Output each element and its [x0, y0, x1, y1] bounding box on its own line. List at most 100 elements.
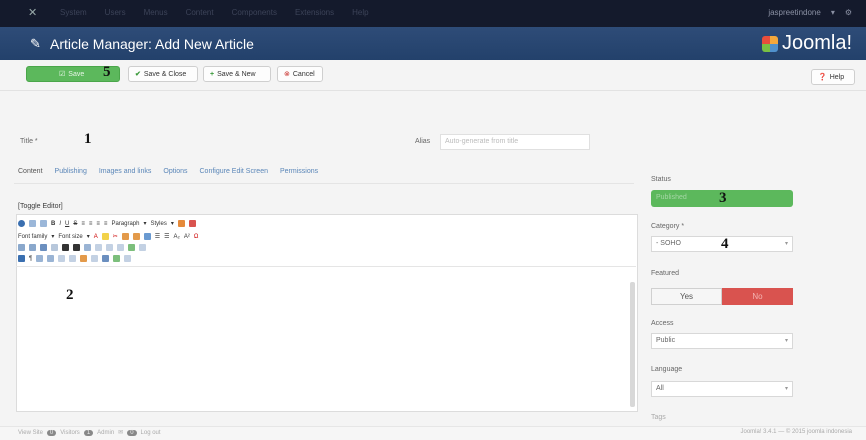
outdent-icon[interactable] — [18, 244, 25, 251]
help-label: Help — [829, 73, 845, 81]
highlight-color-icon[interactable] — [101, 233, 109, 240]
emoticon-icon[interactable] — [80, 255, 88, 262]
cancel-button[interactable]: ⊗ Cancel — [277, 66, 323, 82]
text-color-icon[interactable]: A — [94, 234, 98, 240]
edit-tabs: Content Publishing Images and links Opti… — [18, 168, 318, 175]
tab-content[interactable]: Content — [18, 168, 43, 175]
bold-icon[interactable]: B — [51, 221, 55, 227]
tab-permissions[interactable]: Permissions — [280, 168, 318, 175]
editor-toolbar-row-4: ¶ — [18, 255, 132, 262]
toggle-editor-link[interactable]: [Toggle Editor] — [18, 203, 63, 210]
superscript-icon[interactable]: A² — [184, 234, 190, 240]
save-new-button[interactable]: + Save & New — [203, 66, 271, 82]
alias-field[interactable]: Auto-generate from title — [440, 134, 590, 150]
template-icon[interactable] — [58, 255, 66, 262]
layer-icon[interactable] — [36, 255, 44, 262]
new-document-icon[interactable] — [18, 220, 25, 227]
tab-publishing[interactable]: Publishing — [55, 168, 87, 175]
image-icon[interactable] — [62, 244, 69, 251]
alias-label: Alias — [415, 138, 431, 145]
featured-toggle[interactable]: Yes No — [651, 288, 793, 305]
spellcheck-icon[interactable] — [91, 255, 99, 262]
copy-icon[interactable] — [121, 233, 129, 240]
unlink-icon[interactable] — [51, 244, 58, 251]
numbered-list-icon[interactable]: ☰ — [164, 233, 169, 240]
chevron-down-icon[interactable]: ▾ — [143, 220, 146, 227]
subscript-icon[interactable]: A₂ — [174, 234, 180, 240]
category-label: Category * — [651, 223, 685, 230]
menu-content[interactable]: Content — [186, 8, 214, 17]
logout-link[interactable]: Log out — [141, 430, 161, 436]
paragraph-select[interactable]: Paragraph — [111, 221, 139, 227]
menu-system[interactable]: System — [60, 8, 87, 17]
find-icon[interactable] — [124, 255, 132, 262]
paste-icon[interactable] — [132, 233, 140, 240]
omega-icon[interactable]: Ω — [194, 234, 199, 240]
anchor-icon[interactable] — [84, 244, 91, 251]
hr-icon[interactable] — [47, 255, 55, 262]
visual-aid-icon[interactable] — [18, 255, 25, 262]
print-icon[interactable] — [113, 255, 121, 262]
media-icon[interactable] — [95, 244, 102, 251]
bullet-list-icon[interactable]: ☰ — [155, 233, 160, 240]
font-family-select[interactable]: Font family — [18, 234, 47, 240]
help-button[interactable]: ❓ Help — [811, 69, 855, 85]
marker-5: 5 — [103, 64, 111, 80]
fullscreen-icon[interactable] — [102, 255, 110, 262]
joomla-brand: Joomla! — [781, 32, 852, 54]
save-label: Save — [68, 70, 85, 78]
tab-options[interactable]: Options — [163, 168, 187, 175]
chevron-down-icon[interactable]: ▾ — [51, 233, 54, 240]
paste-text-icon[interactable] — [143, 233, 151, 240]
font-size-select[interactable]: Font size — [58, 234, 82, 240]
view-site-link[interactable]: View Site — [18, 430, 43, 436]
username[interactable]: jaspreetindone — [768, 8, 820, 17]
preview-icon[interactable] — [117, 244, 124, 251]
insert-row-icon[interactable] — [128, 244, 135, 251]
tab-images-links[interactable]: Images and links — [99, 168, 152, 175]
visitors-count: 0 — [46, 429, 57, 436]
user-caret-icon[interactable]: ▾ — [831, 8, 835, 17]
undo-icon[interactable] — [29, 220, 36, 227]
joomla-menu-icon[interactable]: ✕ — [28, 6, 37, 19]
chevron-down-icon[interactable]: ▾ — [87, 233, 90, 240]
code-icon[interactable] — [106, 244, 113, 251]
pilcrow-icon[interactable]: ¶ — [29, 256, 32, 262]
blockquote-icon[interactable] — [69, 255, 77, 262]
link-icon[interactable] — [40, 244, 47, 251]
editor-scrollbar[interactable] — [630, 282, 635, 407]
language-select[interactable]: All ▾ — [651, 381, 793, 397]
cut-icon[interactable]: ✂ — [113, 233, 118, 240]
eraser-icon[interactable] — [188, 220, 196, 227]
menu-components[interactable]: Components — [232, 8, 277, 17]
menu-help[interactable]: Help — [352, 8, 368, 17]
indent-icon[interactable] — [29, 244, 36, 251]
align-center-icon[interactable]: ≡ — [89, 221, 93, 227]
menu-menus[interactable]: Menus — [144, 8, 168, 17]
highlight-icon[interactable] — [177, 220, 185, 227]
strikethrough-icon[interactable]: S — [73, 221, 77, 227]
save-close-button[interactable]: ✔ Save & Close — [128, 66, 198, 82]
delete-row-icon[interactable] — [139, 244, 146, 251]
chevron-down-icon[interactable]: ▾ — [171, 220, 174, 227]
chevron-down-icon: ▾ — [784, 338, 788, 344]
user-menu[interactable]: jaspreetindone ▾ ⚙ — [768, 8, 852, 17]
table-icon[interactable] — [73, 244, 80, 251]
tab-configure-edit-screen[interactable]: Configure Edit Screen — [200, 168, 268, 175]
menu-extensions[interactable]: Extensions — [295, 8, 334, 17]
styles-select[interactable]: Styles — [150, 221, 166, 227]
align-right-icon[interactable]: ≡ — [96, 221, 100, 227]
italic-icon[interactable]: I — [59, 221, 61, 227]
underline-icon[interactable]: U — [65, 221, 69, 227]
align-justify-icon[interactable]: ≡ — [104, 221, 108, 227]
marker-1: 1 — [84, 131, 92, 147]
menu-users[interactable]: Users — [105, 8, 126, 17]
access-select[interactable]: Public ▾ — [651, 333, 793, 349]
featured-no-button[interactable]: No — [722, 288, 793, 305]
align-left-icon[interactable]: ≡ — [81, 221, 85, 227]
title-field[interactable] — [50, 134, 200, 150]
featured-yes-button[interactable]: Yes — [651, 288, 722, 305]
settings-gear-icon[interactable]: ⚙ — [845, 8, 852, 17]
mail-icon[interactable]: ✉ — [118, 429, 123, 436]
redo-icon[interactable] — [40, 220, 47, 227]
